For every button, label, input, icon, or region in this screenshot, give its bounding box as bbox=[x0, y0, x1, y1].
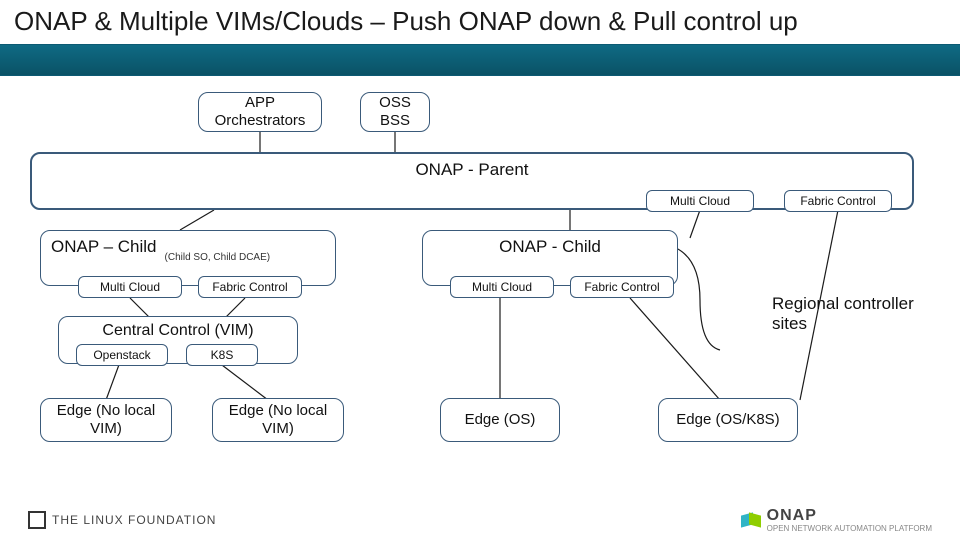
edge-4-box: Edge (OS/K8S) bbox=[658, 398, 798, 442]
child-left-multicloud-box: Multi Cloud bbox=[78, 276, 182, 298]
edge-2-box: Edge (No local VIM) bbox=[212, 398, 344, 442]
edge-3-label: Edge (OS) bbox=[465, 411, 536, 429]
lf-text: THE LINUX FOUNDATION bbox=[52, 513, 216, 527]
parent-fabriccontrol-box: Fabric Control bbox=[784, 190, 892, 212]
onap-child-left-label: ONAP – Child bbox=[51, 237, 157, 257]
child-right-multicloud-box: Multi Cloud bbox=[450, 276, 554, 298]
app-orchestrators-box: APP Orchestrators bbox=[198, 92, 322, 132]
parent-fabriccontrol-label: Fabric Control bbox=[800, 194, 875, 208]
oss-bss-label: OSS BSS bbox=[379, 94, 411, 130]
slide-title: ONAP & Multiple VIMs/Clouds – Push ONAP … bbox=[14, 6, 798, 37]
central-openstack-label: Openstack bbox=[93, 348, 150, 362]
edge-1-label: Edge (No local VIM) bbox=[57, 402, 155, 438]
app-orchestrators-label: APP Orchestrators bbox=[215, 94, 306, 130]
parent-multicloud-box: Multi Cloud bbox=[646, 190, 754, 212]
onap-child-right-label: ONAP - Child bbox=[499, 237, 601, 257]
footer: THE LINUX FOUNDATION ONAP OPEN NETWORK A… bbox=[0, 500, 960, 540]
edge-4-label: Edge (OS/K8S) bbox=[676, 411, 779, 429]
child-right-fabriccontrol-box: Fabric Control bbox=[570, 276, 674, 298]
child-left-multicloud-label: Multi Cloud bbox=[100, 280, 160, 294]
central-k8s-box: K8S bbox=[186, 344, 258, 366]
onap-text: ONAP bbox=[767, 507, 817, 524]
onap-parent-box: ONAP - Parent bbox=[30, 152, 914, 210]
child-right-multicloud-label: Multi Cloud bbox=[472, 280, 532, 294]
edge-3-box: Edge (OS) bbox=[440, 398, 560, 442]
title-band bbox=[0, 44, 960, 76]
child-left-fabriccontrol-label: Fabric Control bbox=[212, 280, 287, 294]
onap-logo: ONAP OPEN NETWORK AUTOMATION PLATFORM bbox=[741, 507, 932, 533]
central-k8s-label: K8S bbox=[211, 348, 234, 362]
child-left-fabriccontrol-box: Fabric Control bbox=[198, 276, 302, 298]
oss-bss-box: OSS BSS bbox=[360, 92, 430, 132]
onap-child-left-sub: (Child SO, Child DCAE) bbox=[165, 252, 271, 264]
child-right-fabriccontrol-label: Fabric Control bbox=[584, 280, 659, 294]
central-openstack-box: Openstack bbox=[76, 344, 168, 366]
lf-square-icon bbox=[28, 511, 46, 529]
central-control-label: Central Control (VIM) bbox=[102, 321, 253, 340]
edge-2-label: Edge (No local VIM) bbox=[229, 402, 327, 438]
onap-cube-icon bbox=[741, 511, 761, 529]
edge-1-box: Edge (No local VIM) bbox=[40, 398, 172, 442]
regional-note: Regional controller sites bbox=[772, 294, 942, 334]
parent-multicloud-label: Multi Cloud bbox=[670, 194, 730, 208]
onap-tagline: OPEN NETWORK AUTOMATION PLATFORM bbox=[767, 525, 932, 533]
linux-foundation-logo: THE LINUX FOUNDATION bbox=[28, 511, 216, 529]
onap-parent-label: ONAP - Parent bbox=[415, 160, 528, 180]
